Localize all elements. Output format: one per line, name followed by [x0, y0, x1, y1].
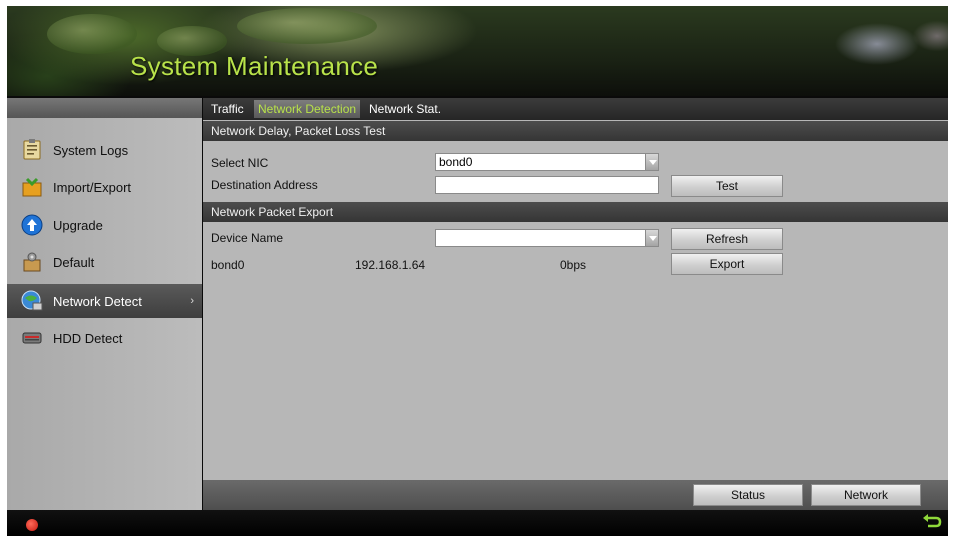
- main-panel: Traffic Network Detection Network Stat. …: [203, 98, 948, 510]
- chevron-right-icon: ›: [190, 295, 194, 307]
- section-header-delay-test: Network Delay, Packet Loss Test: [203, 121, 948, 141]
- hdd-detect-icon: [21, 327, 43, 349]
- foliage-decoration: [237, 8, 377, 44]
- interface-rate: 0bps: [560, 258, 587, 272]
- device-name-dropdown[interactable]: [435, 229, 659, 247]
- sidebar-item-label: System Logs: [53, 142, 129, 158]
- sidebar-item-hdd-detect[interactable]: HDD Detect: [7, 321, 202, 355]
- sidebar: System Logs Import/Export Upgrade Defaul…: [7, 98, 202, 510]
- sidebar-item-label: HDD Detect: [53, 330, 123, 346]
- foliage-decoration: [47, 14, 137, 54]
- default-icon: [21, 251, 43, 273]
- export-button[interactable]: Export: [671, 253, 783, 275]
- interface-ip: 192.168.1.64: [355, 258, 426, 272]
- tab-bar: Traffic Network Detection Network Stat.: [203, 98, 948, 120]
- tab-network-stat[interactable]: Network Stat.: [365, 100, 445, 118]
- network-button[interactable]: Network: [811, 484, 921, 506]
- sidebar-item-default[interactable]: Default: [7, 245, 202, 279]
- system-logs-icon: [21, 139, 43, 161]
- interface-name: bond0: [211, 258, 245, 272]
- select-nic-value: bond0: [439, 155, 473, 169]
- sidebar-item-label: Default: [53, 254, 95, 270]
- sidebar-item-system-logs[interactable]: System Logs: [7, 133, 202, 167]
- upgrade-icon: [21, 214, 43, 236]
- section-header-packet-export: Network Packet Export: [203, 202, 948, 222]
- select-nic-dropdown[interactable]: bond0: [435, 153, 659, 171]
- tab-network-detection[interactable]: Network Detection: [254, 100, 361, 118]
- destination-address-input[interactable]: [435, 176, 659, 194]
- header-banner: System Maintenance: [7, 6, 948, 96]
- bottom-status-bar: [7, 510, 948, 536]
- sidebar-item-upgrade[interactable]: Upgrade: [7, 208, 202, 242]
- tab-traffic[interactable]: Traffic: [207, 100, 248, 118]
- status-button[interactable]: Status: [693, 484, 803, 506]
- sidebar-item-import-export[interactable]: Import/Export: [7, 170, 202, 204]
- chevron-down-icon: [645, 229, 659, 247]
- destination-address-label: Destination Address: [211, 178, 318, 192]
- sidebar-item-label: Upgrade: [53, 217, 103, 233]
- app-window: System Maintenance System Logs Import/Ex…: [7, 6, 948, 536]
- sidebar-item-label: Import/Export: [53, 179, 132, 195]
- device-name-label: Device Name: [211, 231, 284, 245]
- network-detect-icon: [21, 290, 43, 312]
- refresh-button[interactable]: Refresh: [671, 228, 783, 250]
- import-export-icon: [21, 176, 43, 198]
- test-button[interactable]: Test: [671, 175, 783, 197]
- select-nic-label: Select NIC: [211, 156, 269, 170]
- sidebar-item-network-detect[interactable]: Network Detect ›: [7, 284, 202, 318]
- chevron-down-icon: [645, 153, 659, 171]
- sidebar-item-label: Network Detect: [53, 293, 142, 309]
- page-title: System Maintenance: [130, 51, 379, 81]
- footer-bar: Status Network: [203, 480, 948, 510]
- back-icon[interactable]: [922, 513, 942, 531]
- sidebar-header: [7, 98, 202, 118]
- power-icon[interactable]: [26, 519, 38, 531]
